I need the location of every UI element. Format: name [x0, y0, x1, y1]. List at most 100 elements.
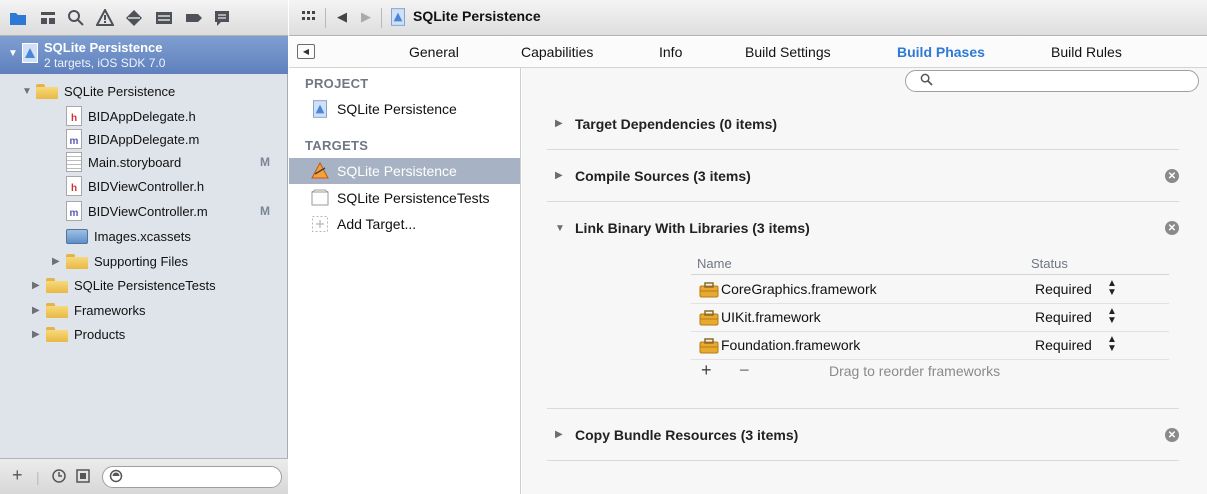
project-item-label: SQLite Persistence — [337, 101, 457, 117]
disclosure-collapsed-icon[interactable]: ▶ — [32, 305, 42, 316]
framework-status[interactable]: Required — [1035, 309, 1092, 325]
disclosure-expanded-icon[interactable]: ▼ — [22, 86, 32, 97]
table-row[interactable]: CoreGraphics.framework Required ▲ ▼ — [691, 276, 1169, 304]
tree-item-group[interactable]: ▼ SQLite Persistence — [0, 79, 288, 103]
status-stepper-icon[interactable]: ▲ ▼ — [1107, 279, 1117, 298]
framework-status[interactable]: Required — [1035, 337, 1092, 353]
jumpbar-project-title[interactable]: SQLite Persistence — [413, 8, 541, 24]
add-file-button[interactable]: + — [12, 465, 23, 486]
filter-icon — [109, 469, 123, 486]
phase-header[interactable]: ▼ Link Binary With Libraries (3 items) ✕ — [547, 202, 1179, 254]
disclosure-collapsed-icon[interactable]: ▶ — [52, 256, 62, 267]
column-header-name[interactable]: Name — [697, 256, 732, 271]
project-item[interactable]: SQLite Persistence — [289, 96, 520, 122]
delete-phase-icon[interactable]: ✕ — [1165, 221, 1179, 235]
tree-item-file[interactable]: m BIDViewController.m M — [0, 199, 288, 223]
search-icon — [920, 73, 933, 89]
reorder-hint: Drag to reorder frameworks — [829, 363, 1001, 379]
tree-item-file[interactable]: h BIDAppDelegate.h — [0, 104, 288, 128]
tab-info[interactable]: Info — [659, 44, 682, 60]
divider: | — [36, 469, 40, 485]
delete-phase-icon[interactable]: ✕ — [1165, 169, 1179, 183]
debug-icon[interactable] — [154, 8, 174, 28]
scm-icon[interactable] — [76, 469, 90, 486]
tree-item-file[interactable]: Main.storyboard M — [0, 150, 288, 174]
tree-item-group[interactable]: ▶ SQLite PersistenceTests — [0, 273, 288, 297]
libraries-table: Name Status CoreGraphics.framework Requi… — [691, 253, 1169, 383]
hierarchy-icon[interactable] — [38, 8, 58, 28]
tree-item-file[interactable]: h BIDViewController.h — [0, 174, 288, 198]
forward-arrow-icon[interactable]: ▶ — [361, 9, 371, 25]
add-target-button[interactable]: Add Target... — [289, 211, 520, 237]
libraries-table-header: Name Status — [691, 253, 1169, 275]
tab-capabilities[interactable]: Capabilities — [521, 44, 593, 60]
disclosure-collapsed-icon[interactable]: ▶ — [555, 429, 575, 440]
target-item[interactable]: SQLite PersistenceTests — [289, 185, 520, 211]
implementation-file-icon: m — [66, 201, 82, 221]
phase-title: Link Binary With Libraries (3 items) — [575, 220, 810, 236]
tab-build-phases[interactable]: Build Phases — [897, 44, 985, 60]
toggle-targets-list-button[interactable]: ◀ — [297, 44, 315, 59]
navigator-toolbar — [0, 0, 288, 36]
framework-icon — [699, 282, 719, 298]
phase-link-binary: ▼ Link Binary With Libraries (3 items) ✕ — [547, 202, 1179, 254]
test-icon[interactable] — [124, 8, 144, 28]
related-items-icon[interactable] — [301, 8, 317, 27]
tree-item-file[interactable]: m BIDAppDelegate.m — [0, 127, 288, 151]
clock-icon[interactable] — [52, 469, 66, 486]
targets-section-header: TARGETS — [305, 138, 369, 153]
delete-phase-icon[interactable]: ✕ — [1165, 428, 1179, 442]
remove-framework-button[interactable]: − — [739, 360, 750, 381]
status-stepper-icon[interactable]: ▲ ▼ — [1107, 335, 1117, 354]
target-item-selected[interactable]: SQLite Persistence — [289, 158, 520, 184]
tree-item-label: BIDAppDelegate.h — [88, 108, 196, 124]
tree-item-group[interactable]: ▶ Products — [0, 322, 288, 346]
disclosure-collapsed-icon[interactable]: ▶ — [555, 170, 575, 181]
asset-catalog-icon — [66, 228, 88, 244]
add-icon — [311, 215, 329, 233]
folder-icon — [36, 83, 58, 99]
phase-header[interactable]: ▶ Target Dependencies (0 items) — [547, 98, 1179, 150]
tab-build-rules[interactable]: Build Rules — [1051, 44, 1122, 60]
tree-item-file[interactable]: Images.xcassets — [0, 224, 288, 248]
divider — [381, 8, 382, 28]
scm-modified-badge: M — [260, 155, 270, 169]
targets-list: PROJECT SQLite Persistence TARGETS SQLit… — [289, 68, 521, 494]
phase-header[interactable]: ▶ Compile Sources (3 items) ✕ — [547, 150, 1179, 202]
framework-status[interactable]: Required — [1035, 281, 1092, 297]
log-icon[interactable] — [212, 8, 232, 28]
disclosure-collapsed-icon[interactable]: ▶ — [32, 280, 42, 291]
table-row[interactable]: UIKit.framework Required ▲ ▼ — [691, 304, 1169, 332]
phase-compile-sources: ▶ Compile Sources (3 items) ✕ — [547, 150, 1179, 202]
search-icon[interactable] — [66, 8, 86, 28]
column-header-status[interactable]: Status — [1031, 256, 1068, 271]
disclosure-expanded-icon[interactable]: ▼ — [555, 223, 575, 234]
warning-icon[interactable] — [95, 8, 115, 28]
status-stepper-icon[interactable]: ▲ ▼ — [1107, 307, 1117, 326]
back-arrow-icon[interactable]: ◀ — [337, 9, 347, 25]
folder-icon — [66, 253, 88, 269]
project-icon — [311, 100, 329, 118]
add-framework-button[interactable]: + — [701, 360, 712, 381]
implementation-file-icon: m — [66, 129, 82, 149]
tab-build-settings[interactable]: Build Settings — [745, 44, 831, 60]
phases-search-input[interactable] — [905, 70, 1199, 92]
disclosure-collapsed-icon[interactable]: ▶ — [555, 118, 575, 129]
navigator-filter-input[interactable] — [102, 466, 282, 488]
tree-item-group[interactable]: ▶ Supporting Files — [0, 249, 288, 273]
phase-title: Compile Sources (3 items) — [575, 167, 751, 184]
storyboard-file-icon — [66, 152, 82, 172]
phase-title: Copy Bundle Resources (3 items) — [575, 426, 799, 443]
project-icon — [22, 43, 38, 63]
disclosure-expanded-icon[interactable]: ▼ — [8, 48, 18, 59]
breakpoint-icon[interactable] — [184, 8, 204, 28]
phase-header[interactable]: ▶ Copy Bundle Resources (3 items) ✕ — [547, 409, 1179, 461]
disclosure-collapsed-icon[interactable]: ▶ — [32, 329, 42, 340]
libraries-table-footer: + − Drag to reorder frameworks — [691, 359, 1169, 383]
header-file-icon: h — [66, 106, 82, 126]
tab-general[interactable]: General — [409, 44, 459, 60]
tree-item-group[interactable]: ▶ Frameworks — [0, 298, 288, 322]
folder-icon[interactable] — [8, 8, 28, 28]
table-row[interactable]: Foundation.framework Required ▲ ▼ — [691, 332, 1169, 360]
project-root-row[interactable]: ▼ SQLite Persistence 2 targets, iOS SDK … — [0, 36, 288, 74]
